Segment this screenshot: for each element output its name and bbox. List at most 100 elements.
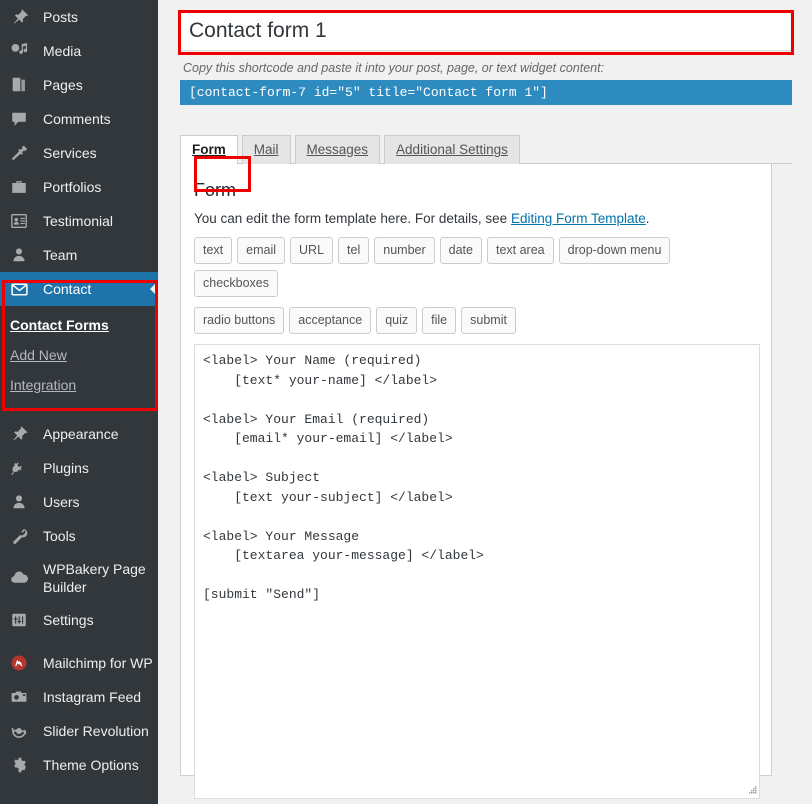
sidebar-item-contact[interactable]: Contact xyxy=(0,272,158,306)
envelope-icon xyxy=(10,279,34,299)
tab-messages[interactable]: Messages xyxy=(294,135,381,164)
tag-button-url[interactable]: URL xyxy=(290,237,334,264)
shortcode-hint-text: Copy this shortcode and paste it into yo… xyxy=(183,61,605,75)
contact-submenu-list: Contact Forms Add New Integration xyxy=(0,306,158,408)
person-icon xyxy=(10,245,34,265)
sidebar-item-label: WPBakery Page Builder xyxy=(43,561,146,595)
sidebar-item-label: Plugins xyxy=(43,460,89,476)
media-icon xyxy=(10,41,34,61)
sidebar-item-tools[interactable]: Tools xyxy=(0,519,158,553)
sidebar-item-team[interactable]: Team xyxy=(0,238,158,272)
form-title-input[interactable] xyxy=(180,10,792,51)
plug-icon xyxy=(10,458,34,478)
tag-button-text[interactable]: text xyxy=(194,237,233,264)
form-panel: Form You can edit the form template here… xyxy=(180,164,772,799)
submenu-arrow-icon xyxy=(150,281,158,297)
sidebar-item-mailchimp-for-wp[interactable]: Mailchimp for WP xyxy=(0,646,158,680)
pin-icon xyxy=(10,7,34,27)
sidebar-item-users[interactable]: Users xyxy=(0,485,158,519)
sidebar-item-label: Instagram Feed xyxy=(43,689,142,705)
sidebar-secondary-menu: Appearance Plugins Users Tools WPBakery Page… xyxy=(0,417,158,637)
sidebar-submenu-contact: Contact Forms Add New Integration xyxy=(0,306,158,408)
sidebar-item-testimonial[interactable]: Testimonial xyxy=(0,204,158,238)
tag-button-submit[interactable]: submit xyxy=(461,307,516,334)
sidebar-item-label: Pages xyxy=(43,77,83,93)
sidebar-item-label: Settings xyxy=(43,612,94,628)
sidebar-item-settings[interactable]: Settings xyxy=(0,603,158,637)
submenu-item-add-new[interactable]: Add New xyxy=(0,340,158,370)
sidebar-item-services[interactable]: Services xyxy=(0,136,158,170)
admin-sidebar: Posts Media Pages Comments Services Portfolio… xyxy=(0,0,158,804)
sidebar-item-instagram-feed[interactable]: Instagram Feed xyxy=(0,680,158,714)
testimonial-icon xyxy=(10,211,34,231)
menu-separator-2 xyxy=(0,637,158,646)
slider-icon xyxy=(10,721,34,741)
sidebar-item-media[interactable]: Media xyxy=(0,34,158,68)
tag-button-drop-down-menu[interactable]: drop-down menu xyxy=(558,237,671,264)
panel-description-text: You can edit the form template here. For… xyxy=(194,211,511,226)
tag-button-file[interactable]: file xyxy=(422,307,457,334)
tag-button-acceptance[interactable]: acceptance xyxy=(289,307,372,334)
sidebar-item-portfolios[interactable]: Portfolios xyxy=(0,170,158,204)
portfolio-icon xyxy=(10,177,34,197)
pages-icon xyxy=(10,75,34,95)
hammer-icon xyxy=(10,143,34,163)
sidebar-item-label: Posts xyxy=(43,9,79,25)
sidebar-item-label: Comments xyxy=(43,111,111,127)
editing-form-template-link[interactable]: Editing Form Template xyxy=(511,211,646,226)
menu-separator xyxy=(0,408,158,417)
sidebar-item-label: Users xyxy=(43,494,80,510)
tag-button-quiz[interactable]: quiz xyxy=(376,307,418,334)
sidebar-item-pages[interactable]: Pages xyxy=(0,68,158,102)
sidebar-item-slider-revolution[interactable]: Slider Revolution xyxy=(0,714,158,748)
panel-description: You can edit the form template here. For… xyxy=(194,210,757,228)
sidebar-item-appearance[interactable]: Appearance xyxy=(0,417,158,451)
sidebar-item-posts[interactable]: Posts xyxy=(0,0,158,34)
panel-description-period: . xyxy=(645,211,650,226)
paintbrush-icon xyxy=(10,424,34,444)
sidebar-item-theme-options[interactable]: Theme Options xyxy=(0,748,158,782)
tab-mail[interactable]: Mail xyxy=(241,135,291,164)
camera-icon xyxy=(10,687,34,707)
tag-generator-row-1: text email URL tel number date text area drop-d… xyxy=(194,237,757,303)
tag-button-number[interactable]: number xyxy=(374,237,435,264)
settings-tabs: Form Mail Messages Additional Settings xyxy=(180,135,792,164)
submenu-item-contact-forms[interactable]: Contact Forms xyxy=(0,310,158,340)
cloud-icon xyxy=(10,568,34,588)
panel-heading: Form xyxy=(194,180,236,200)
sidebar-item-label: Testimonial xyxy=(43,213,114,229)
comment-icon xyxy=(10,109,34,129)
sidebar-item-label: Slider Revolution xyxy=(43,723,149,739)
sidebar-item-comments[interactable]: Comments xyxy=(0,102,158,136)
sidebar-item-label: Media xyxy=(43,43,82,59)
sidebar-item-label: Theme Options xyxy=(43,757,139,773)
tab-form[interactable]: Form xyxy=(180,135,238,164)
users-icon xyxy=(10,492,34,512)
sidebar-item-label: Team xyxy=(43,247,78,263)
shortcode-value[interactable]: [contact-form-7 id="5" title="Contact fo… xyxy=(180,80,792,105)
tag-button-date[interactable]: date xyxy=(439,237,482,264)
tag-button-email[interactable]: email xyxy=(237,237,286,264)
sidebar-item-plugins[interactable]: Plugins xyxy=(0,451,158,485)
tag-button-radio-buttons[interactable]: radio buttons xyxy=(194,307,285,334)
wrench-icon xyxy=(10,526,34,546)
sidebar-item-label: Portfolios xyxy=(43,179,102,195)
tab-additional-settings[interactable]: Additional Settings xyxy=(384,135,520,164)
sidebar-item-wpbakery-page-builder[interactable]: WPBakery Page Builder xyxy=(0,553,158,603)
tag-button-text-area[interactable]: text area xyxy=(486,237,554,264)
submenu-item-integration[interactable]: Integration xyxy=(0,370,158,400)
main-content: Copy this shortcode and paste it into yo… xyxy=(158,0,812,804)
tag-button-tel[interactable]: tel xyxy=(338,237,370,264)
sidebar-item-label: Mailchimp for WP xyxy=(43,655,153,671)
settings-icon xyxy=(10,610,34,630)
sidebar-plugin-menu: Mailchimp for WP Instagram Feed Slider Rev… xyxy=(0,646,158,782)
sidebar-item-label: Services xyxy=(43,145,97,161)
sidebar-item-label: Contact xyxy=(43,281,92,297)
form-template-textarea[interactable]: <label> Your Name (required) [text* your… xyxy=(194,344,760,799)
wordpress-admin-screen: Posts Media Pages Comments Services Portfolio… xyxy=(0,0,812,804)
sidebar-primary-menu: Posts Media Pages Comments Services Portfolio… xyxy=(0,0,158,306)
sidebar-item-label: Appearance xyxy=(43,426,119,442)
tag-generator-row-2: radio buttons acceptance quiz file submit xyxy=(194,307,757,340)
tag-button-checkboxes[interactable]: checkboxes xyxy=(194,270,279,297)
gear-icon xyxy=(10,755,34,775)
